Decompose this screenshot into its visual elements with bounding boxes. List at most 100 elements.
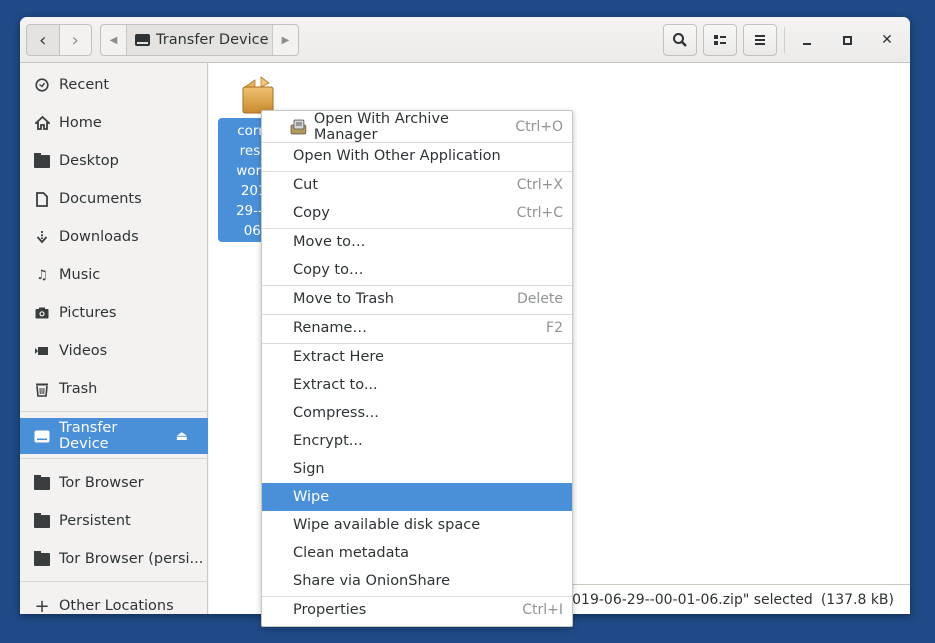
sidebar-item-desktop[interactable]: Desktop [20, 143, 208, 179]
sidebar-separator [20, 458, 208, 459]
search-button[interactable] [663, 24, 697, 56]
menu-item-label: Copy [293, 205, 330, 221]
menu-item-label: Move to Trash [293, 291, 394, 307]
menu-item-label: Sign [293, 461, 325, 477]
menu-item-shortcut: Ctrl+C [516, 205, 563, 221]
path-scroll-left-button[interactable]: ◀ [101, 25, 126, 55]
menu-item-extract-here[interactable]: Extract Here [262, 343, 572, 371]
sidebar-item-documents[interactable]: Documents [20, 181, 208, 217]
view-toggle-button[interactable] [703, 24, 737, 56]
sidebar: Recent Home Desktop Documents Downloads … [20, 63, 208, 614]
trash-icon [34, 381, 50, 397]
menu-item-sign[interactable]: Sign [262, 455, 572, 483]
maximize-button[interactable] [834, 27, 860, 53]
menu-item-label: Open With Archive Manager [313, 111, 449, 143]
menu-item-label: Cut [293, 177, 318, 193]
sidebar-item-pictures[interactable]: Pictures [20, 295, 208, 331]
sidebar-item-label: Persistent [59, 513, 131, 529]
menu-item-shortcut: Delete [517, 291, 563, 307]
close-button[interactable]: ✕ [874, 27, 900, 53]
path-bar: ◀ Transfer Device ▶ [100, 24, 299, 56]
sidebar-item-label: Tor Browser (persi... [59, 551, 204, 567]
sidebar-item-tor-browser-persistent[interactable]: Tor Browser (persi... [20, 541, 208, 577]
sidebar-item-tor-browser[interactable]: Tor Browser [20, 465, 208, 501]
menu-item-compress[interactable]: Compress... [262, 399, 572, 427]
menu-item-move-to[interactable]: Move to… [262, 228, 572, 256]
folder-icon [34, 152, 50, 169]
sidebar-item-label: Trash [59, 381, 98, 397]
menu-item-cut[interactable]: Cut Ctrl+X [262, 171, 572, 199]
folder-icon [34, 474, 50, 491]
menu-item-copy-to[interactable]: Copy to… [262, 256, 572, 284]
sidebar-item-label: Pictures [59, 305, 117, 321]
menu-item-clean-metadata[interactable]: Clean metadata [262, 539, 572, 567]
folder-icon [34, 550, 50, 567]
menu-item-label: Extract to... [293, 377, 378, 393]
sidebar-item-label: Music [59, 267, 101, 283]
menu-item-label: Rename… [293, 320, 367, 336]
status-text: o--2019-06-29--00-01-06.zip" selected [544, 591, 813, 608]
sidebar-item-videos[interactable]: Videos [20, 333, 208, 369]
eject-button[interactable]: ⏏ [176, 429, 188, 444]
sidebar-item-label: Home [59, 115, 102, 131]
view-toggle-icon [714, 35, 726, 45]
path-scroll-right-button[interactable]: ▶ [273, 25, 298, 55]
menu-item-rename[interactable]: Rename… F2 [262, 314, 572, 342]
navigation-buttons: ‹ › [26, 24, 92, 56]
status-size: (137.8 kB) [820, 591, 894, 608]
sidebar-item-label: Other Locations [59, 598, 174, 614]
menu-item-shortcut: Ctrl+O [515, 119, 563, 135]
header-separator [784, 27, 785, 53]
hamburger-menu-icon [755, 35, 765, 45]
menu-item-share-via-onionshare[interactable]: Share via OnionShare [262, 567, 572, 595]
menu-item-label: Extract Here [293, 349, 384, 365]
menu-item-open-with-archive-manager[interactable]: Open With Archive Manager Ctrl+O [262, 111, 572, 143]
music-icon: ♫ [36, 267, 48, 283]
folder-icon [34, 512, 50, 529]
header-bar: ‹ › ◀ Transfer Device ▶ ✕ [20, 17, 910, 63]
menu-item-wipe[interactable]: Wipe [262, 483, 572, 511]
sidebar-item-music[interactable]: ♫ Music [20, 257, 208, 293]
menu-item-copy[interactable]: Copy Ctrl+C [262, 199, 572, 227]
home-icon [34, 115, 50, 131]
minimize-button[interactable] [794, 27, 820, 53]
menu-item-move-to-trash[interactable]: Move to Trash Delete [262, 285, 572, 313]
menu-item-shortcut: Ctrl+I [522, 602, 563, 618]
sidebar-item-other-locations[interactable]: + Other Locations [20, 588, 208, 615]
menu-item-shortcut: F2 [546, 320, 563, 336]
menu-item-extract-to[interactable]: Extract to... [262, 371, 572, 399]
menu-item-label: Properties [293, 602, 367, 618]
menu-item-properties[interactable]: Properties Ctrl+I [262, 596, 572, 624]
sidebar-item-transfer-device[interactable]: Transfer Device ⏏ [20, 418, 208, 454]
sidebar-item-label: Recent [59, 77, 110, 93]
menu-button[interactable] [743, 24, 777, 56]
status-bar: o--2019-06-29--00-01-06.zip" selected (1… [540, 584, 910, 614]
menu-item-label: Wipe available disk space [293, 517, 481, 533]
menu-item-label: Wipe [293, 489, 330, 505]
breadcrumb-current[interactable]: Transfer Device [126, 25, 273, 55]
sidebar-separator [20, 581, 208, 582]
menu-item-open-with-other-application[interactable]: Open With Other Application [262, 142, 572, 170]
context-menu: Open With Archive Manager Ctrl+O Open Wi… [261, 110, 573, 627]
drive-icon [34, 428, 50, 444]
sidebar-item-trash[interactable]: Trash [20, 371, 208, 407]
drive-icon [135, 34, 150, 46]
sidebar-item-persistent[interactable]: Persistent [20, 503, 208, 539]
menu-item-label: Compress... [293, 405, 379, 421]
search-icon [673, 33, 687, 47]
menu-item-label: Move to… [293, 234, 366, 250]
forward-button[interactable]: › [59, 25, 91, 55]
archive-package-icon [242, 76, 274, 114]
menu-item-wipe-available-disk-space[interactable]: Wipe available disk space [262, 511, 572, 539]
menu-item-encrypt[interactable]: Encrypt... [262, 427, 572, 455]
sidebar-item-label: Tor Browser [59, 475, 144, 491]
menu-item-label: Encrypt... [293, 433, 363, 449]
sidebar-item-label: Videos [59, 343, 108, 359]
sidebar-item-home[interactable]: Home [20, 105, 208, 141]
sidebar-item-downloads[interactable]: Downloads [20, 219, 208, 255]
sidebar-separator [20, 411, 208, 412]
maximize-icon [842, 35, 852, 45]
sidebar-item-recent[interactable]: Recent [20, 67, 208, 103]
clock-icon [34, 77, 50, 93]
back-button[interactable]: ‹ [27, 25, 60, 55]
